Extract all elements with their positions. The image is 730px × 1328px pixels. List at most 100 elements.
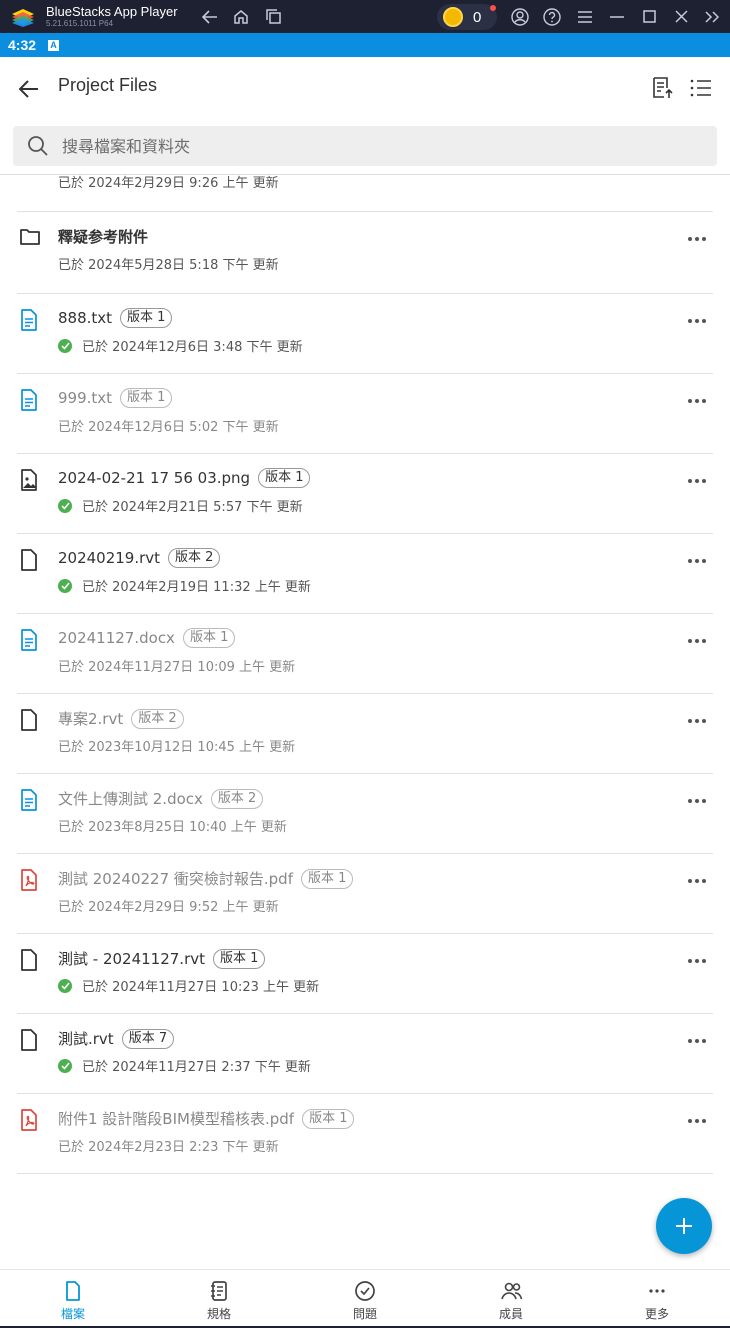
version-badge: 版本 1 [258, 468, 311, 488]
more-options-icon[interactable] [684, 1110, 710, 1132]
nav-item-notebook[interactable]: 規格 [146, 1270, 292, 1328]
file-name: 999.txt [58, 389, 113, 407]
more-options-icon[interactable] [684, 950, 710, 972]
members-icon [500, 1280, 523, 1302]
maximize-icon[interactable] [635, 0, 663, 33]
more-options-icon[interactable] [684, 310, 710, 332]
version-badge: 版本 1 [213, 948, 266, 969]
file-row[interactable]: 888.txt 版本 1 已於 2024年12月6日 3:48 下午 更新 [0, 294, 730, 374]
emulator-recents-icon[interactable] [259, 0, 287, 33]
menu-icon[interactable] [571, 0, 599, 33]
coin-counter[interactable]: 0 [437, 4, 497, 30]
file-name: 測試.rvt [58, 1030, 114, 1048]
file-row[interactable]: 專案2.rvt 版本 2 已於 2023年10月12日 10:45 上午 更新 [0, 694, 730, 774]
file-name: 釋疑参考附件 [58, 228, 149, 246]
search-input[interactable] [62, 136, 662, 156]
file-row[interactable]: 文件上傳測試 2.docx 版本 2 已於 2023年8月25日 10:40 上午 … [0, 774, 730, 854]
more-options-icon[interactable] [684, 870, 710, 892]
version-badge: 版本 2 [210, 788, 264, 809]
status-bar: 4:32 A [0, 33, 730, 57]
plus-icon [676, 1218, 692, 1234]
file-icon [19, 549, 41, 571]
file-row[interactable]: 2024-02-21 17 56 03.png 版本 1 已於 2024年2月21日… [0, 454, 730, 534]
more-options-icon[interactable] [684, 470, 710, 492]
file-row[interactable]: 20240219.rvt 版本 2 已於 2024年2月19日 11:32 上午 更… [0, 534, 730, 614]
close-icon[interactable] [667, 0, 695, 33]
file-icon [19, 709, 41, 731]
add-button[interactable] [656, 1198, 712, 1254]
updated-timestamp: 已於 2024年2月21日 5:57 下午 更新 [82, 500, 303, 515]
file-name: 文件上傳測試 2.docx [58, 790, 203, 808]
bluestacks-logo-icon [10, 6, 36, 28]
emulator-home-icon[interactable] [227, 0, 255, 33]
bottom-navigation: 檔案 規格 問題 成員 更多 [0, 1269, 730, 1328]
updated-timestamp: 已於 2024年11月27日 10:23 上午 更新 [82, 980, 320, 995]
pdf-icon [19, 1109, 41, 1131]
version-badge: 版本 1 [300, 868, 354, 889]
expand-sidebar-icon[interactable] [698, 0, 726, 33]
minimize-icon[interactable] [603, 0, 631, 33]
emulator-version: 5.21.615.1011 P64 [46, 19, 114, 28]
file-name: 附件1 設計階段BIM模型稽核表.pdf [58, 1110, 295, 1128]
synced-check-icon [58, 978, 72, 993]
file-name: 專案2.rvt [58, 710, 124, 728]
back-button[interactable] [14, 74, 44, 104]
more-options-icon[interactable] [684, 1030, 710, 1052]
file-name: 20240219.rvt [58, 549, 161, 567]
more-options-icon[interactable] [684, 630, 710, 652]
more-options-icon[interactable] [684, 228, 710, 250]
folder-icon [19, 227, 41, 249]
file-row[interactable]: 20241127.docx 版本 1 已於 2024年11月27日 10:09 上午… [0, 614, 730, 694]
file-row[interactable]: 測試.rvt 版本 7 已於 2024年11月27日 2:37 下午 更新 [0, 1014, 730, 1094]
updated-timestamp: 已於 2024年11月27日 2:37 下午 更新 [82, 1060, 311, 1075]
version-badge: 版本 1 [182, 628, 236, 648]
coin-icon [443, 7, 463, 27]
nav-item-check-circle[interactable]: 問題 [292, 1270, 438, 1328]
file-icon [62, 1280, 84, 1302]
synced-check-icon [58, 498, 72, 513]
notebook-icon [208, 1280, 230, 1302]
file-row[interactable]: 測試 - 20241127.rvt 版本 1 已於 2024年11月27日 10:2… [0, 934, 730, 1014]
more-options-icon[interactable] [684, 790, 710, 812]
updated-timestamp: 已於 2023年10月12日 10:45 上午 更新 [58, 740, 296, 755]
nav-label: 規格 [206, 1307, 231, 1321]
synced-check-icon [58, 1058, 72, 1073]
help-icon[interactable] [538, 0, 566, 33]
updated-timestamp: 已於 2024年5月28日 5:18 下午 更新 [58, 258, 279, 273]
folder-row[interactable]: 已於 2024年2月29日 9:26 上午 更新 [0, 175, 730, 212]
check-circle-icon [354, 1280, 376, 1302]
folder-row[interactable]: 釋疑参考附件已於 2024年5月28日 5:18 下午 更新 [0, 212, 730, 294]
status-time: 4:32 [8, 37, 37, 53]
file-name: 測試 20240227 衝突檢討報告.pdf [58, 870, 293, 888]
emulator-back-icon[interactable] [196, 0, 224, 33]
more-options-icon[interactable] [684, 550, 710, 572]
account-icon[interactable] [506, 0, 534, 33]
version-badge: 版本 1 [120, 388, 173, 408]
upload-list-button[interactable] [648, 74, 676, 102]
nav-label: 更多 [644, 1307, 669, 1321]
more-options-icon[interactable] [684, 390, 710, 412]
nav-item-file[interactable]: 檔案 [0, 1270, 146, 1328]
coin-count: 0 [473, 8, 482, 26]
updated-timestamp: 已於 2024年2月19日 11:32 上午 更新 [82, 580, 311, 595]
file-name: 測試 - 20241127.rvt [58, 950, 205, 968]
more-options-icon[interactable] [684, 710, 710, 732]
back-arrow-icon [19, 80, 38, 98]
row-divider [17, 1173, 713, 1174]
nav-item-members[interactable]: 成員 [438, 1270, 584, 1328]
nav-item-more[interactable]: 更多 [584, 1270, 730, 1328]
version-badge: 版本 7 [121, 1028, 175, 1049]
file-row[interactable]: 測試 20240227 衝突檢討報告.pdf 版本 1 已於 2024年2月29日 … [0, 854, 730, 934]
upload-document-icon [653, 77, 673, 98]
updated-timestamp: 已於 2024年12月6日 3:48 下午 更新 [82, 340, 303, 355]
list-view-icon [690, 79, 711, 97]
file-row[interactable]: 附件1 設計階段BIM模型稽核表.pdf 版本 1 已於 2024年2月23日 2:… [0, 1094, 730, 1174]
file-list[interactable]: 已於 2024年2月29日 9:26 上午 更新釋疑参考附件已於 2024年5月… [0, 175, 730, 1269]
list-view-button[interactable] [687, 74, 715, 102]
file-icon [19, 949, 41, 971]
nav-label: 檔案 [60, 1307, 85, 1321]
version-badge: 版本 1 [120, 308, 173, 328]
file-row[interactable]: 999.txt 版本 1 已於 2024年12月6日 5:02 下午 更新 [0, 374, 730, 454]
search-bar[interactable] [13, 126, 717, 166]
app-header: Project Files [0, 57, 730, 119]
